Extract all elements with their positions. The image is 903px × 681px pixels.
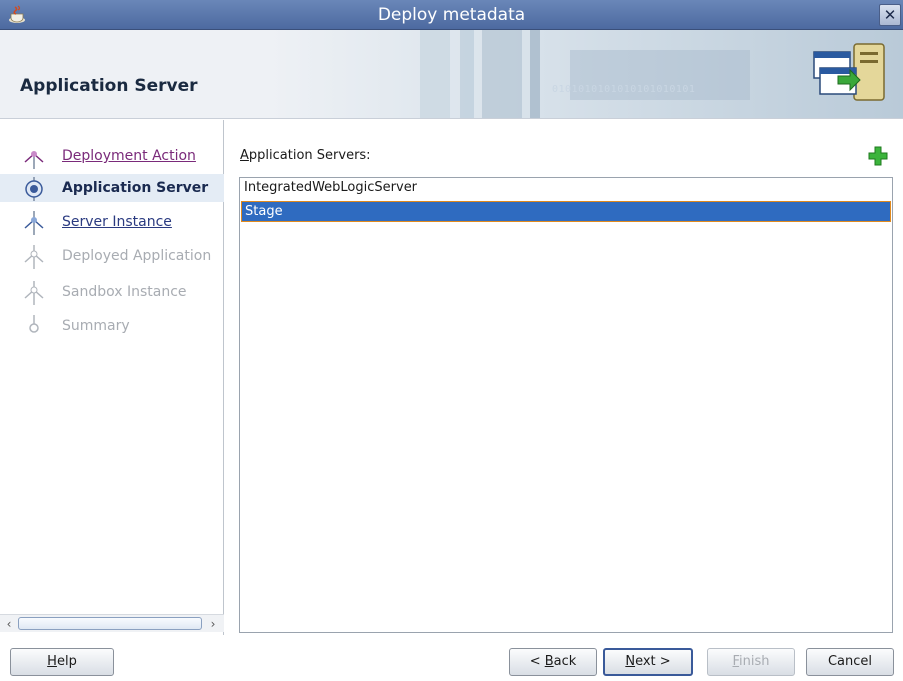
list-item[interactable]: IntegratedWebLogicServer [241, 178, 891, 199]
banner-binary-text: 0101010101010101010101 [552, 84, 696, 95]
scrollbar-thumb[interactable] [18, 617, 202, 630]
button-label-prefix: < [529, 654, 545, 669]
button-label: inish [739, 654, 770, 669]
deploy-server-icon [813, 43, 885, 101]
main-panel: Application Servers: IntegratedWebLogicS… [225, 120, 903, 635]
step-summary: Summary [0, 312, 224, 340]
step-deployment-action[interactable]: Deployment Action [0, 142, 224, 170]
button-label: elp [56, 654, 77, 669]
step-sandbox-instance: Sandbox Instance [0, 278, 224, 306]
add-server-icon[interactable] [866, 144, 890, 168]
step-node-icon [24, 245, 44, 269]
page-title: Application Server [20, 76, 198, 96]
button-label: ext > [635, 654, 671, 669]
cancel-button[interactable]: Cancel [806, 648, 894, 676]
step-label: Server Instance [62, 214, 172, 230]
scroll-left-icon[interactable]: ‹ [2, 616, 16, 632]
steps-horizontal-scrollbar[interactable]: ‹ › [0, 614, 224, 632]
button-label: ack [553, 654, 577, 669]
step-label: Application Server [62, 180, 209, 196]
step-label: Sandbox Instance [62, 284, 187, 300]
close-icon[interactable]: ✕ [879, 4, 901, 26]
scroll-right-icon[interactable]: › [206, 616, 220, 632]
step-application-server[interactable]: Application Server [0, 174, 224, 202]
step-node-icon [24, 151, 44, 169]
back-button[interactable]: < Back [509, 648, 597, 676]
mnemonic: H [47, 654, 57, 669]
help-button[interactable]: Help [10, 648, 114, 676]
label-mnemonic: A [240, 148, 249, 163]
step-label: Summary [62, 318, 130, 334]
step-node-icon [24, 281, 44, 305]
step-current-icon [25, 177, 43, 201]
step-deployed-application: Deployed Application [0, 242, 224, 270]
step-server-instance[interactable]: Server Instance [0, 208, 224, 236]
mnemonic: N [625, 654, 636, 669]
application-servers-list[interactable]: IntegratedWebLogicServer Stage [239, 177, 893, 633]
label-text: pplication Servers: [248, 148, 371, 163]
application-servers-label: Application Servers: [240, 148, 371, 163]
step-label: Deployment Action [62, 148, 196, 164]
header-banner: Application Server 010101010101010101010… [0, 30, 903, 119]
step-end-icon [29, 315, 39, 333]
finish-button: Finish [707, 648, 795, 676]
step-label: Deployed Application [62, 248, 212, 264]
mnemonic: B [544, 654, 554, 669]
window-title: Deploy metadata [377, 5, 526, 25]
step-node-icon [24, 211, 44, 235]
title-bar: Deploy metadata ✕ [0, 0, 903, 30]
wizard-steps-panel: Deployment Action Application Server Ser… [0, 120, 224, 635]
next-button[interactable]: Next > [603, 648, 693, 676]
list-item-selected[interactable]: Stage [241, 201, 891, 222]
